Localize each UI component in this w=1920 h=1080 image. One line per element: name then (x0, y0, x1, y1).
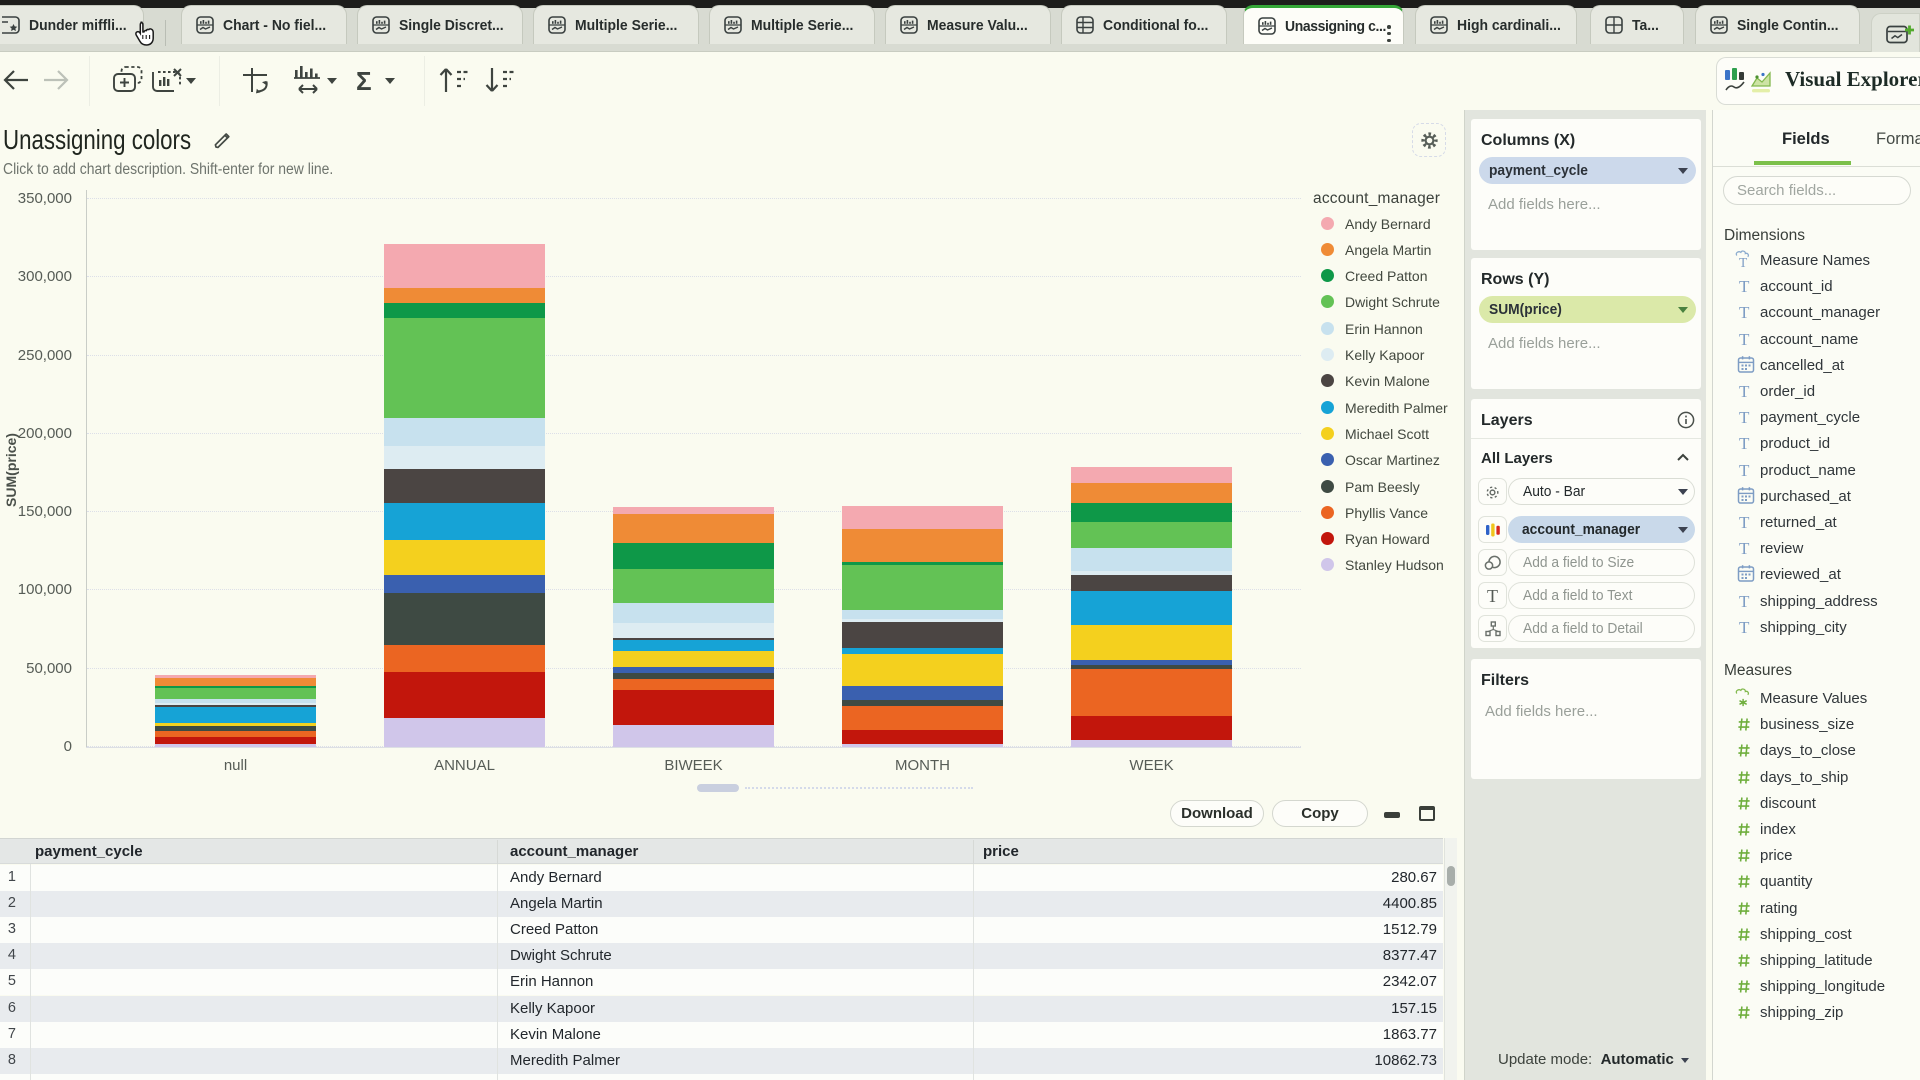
svg-text:T: T (1739, 255, 1748, 270)
